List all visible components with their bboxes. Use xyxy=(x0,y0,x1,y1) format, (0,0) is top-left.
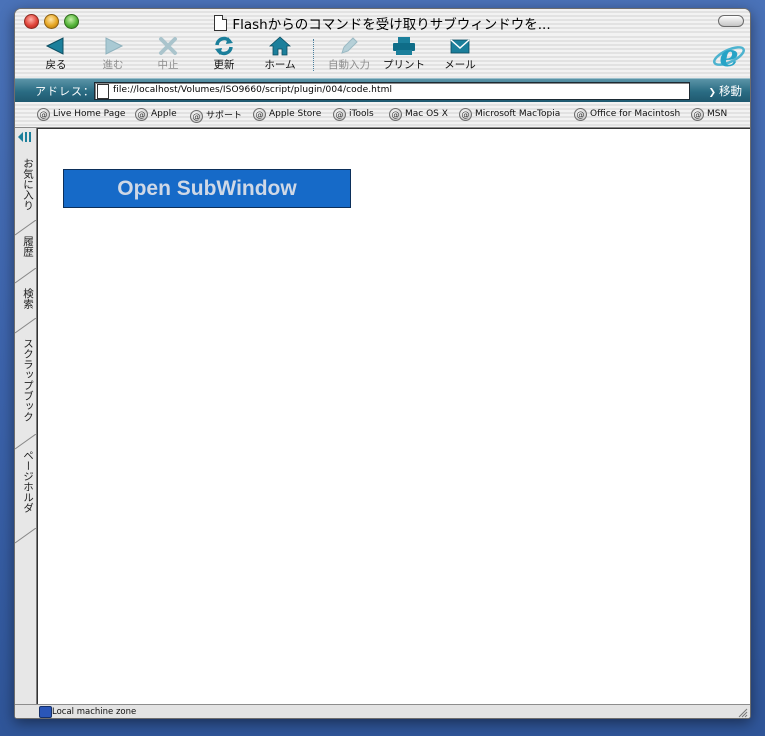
tab-divider xyxy=(15,220,36,236)
toolbar-separator xyxy=(313,39,314,71)
sidebar-tab-favorites[interactable]: お気に入り xyxy=(15,158,36,218)
sidebar-tab-search[interactable]: 検索 xyxy=(15,288,36,318)
svg-text:e: e xyxy=(719,39,738,72)
sidebar-tab-scrapbook[interactable]: スクラップブック xyxy=(15,338,36,433)
back-arrow-icon xyxy=(45,37,64,55)
home-icon xyxy=(269,36,291,56)
go-arrow-icon: ❯ xyxy=(708,88,716,98)
at-sign-icon: @ xyxy=(459,108,472,121)
resize-grip-icon[interactable] xyxy=(737,707,748,718)
favorite-link-live-home-page[interactable]: @ Live Home Page xyxy=(37,108,125,121)
autofill-button[interactable]: 自動入力 xyxy=(320,36,378,72)
favorite-link-support[interactable]: @ サポート xyxy=(190,108,242,123)
window-title: Flashからのコマンドを受け取りサブウィンドウを... xyxy=(232,17,551,33)
toolbar-toggle-button[interactable] xyxy=(718,15,744,27)
favorite-link-mac-os-x[interactable]: @ Mac OS X xyxy=(389,108,448,121)
print-button-label: プリント xyxy=(383,59,425,71)
go-button[interactable]: ❯ 移動 xyxy=(708,83,742,99)
home-button-label: ホーム xyxy=(264,59,296,71)
favorite-label: Apple xyxy=(151,109,177,119)
at-sign-icon: @ xyxy=(37,108,50,121)
address-field[interactable]: file://localhost/Volumes/ISO9660/script/… xyxy=(94,82,690,100)
favorite-label: Live Home Page xyxy=(53,109,126,119)
page-content: Open SubWindow xyxy=(37,128,750,705)
tab-divider xyxy=(15,318,36,334)
window-title-area: Flashからのコマンドを受け取りサブウィンドウを... xyxy=(15,13,750,33)
favorite-label: MSN xyxy=(707,109,728,119)
favorite-link-microsoft-mactopia[interactable]: @ Microsoft MacTopia xyxy=(459,108,560,121)
sidebar-tab-page-holder[interactable]: ページホルダ xyxy=(15,450,36,530)
document-proxy-icon[interactable] xyxy=(214,15,228,31)
favorite-label: iTools xyxy=(349,109,374,119)
status-bar: Local machine zone xyxy=(15,704,750,718)
open-subwindow-button[interactable]: Open SubWindow xyxy=(63,169,351,208)
address-bar: アドレス： file://localhost/Volumes/ISO9660/s… xyxy=(15,78,750,103)
at-sign-icon: @ xyxy=(691,108,704,121)
favorites-bar: @ Live Home Page @ Apple @ サポート @ Apple Stor… xyxy=(15,102,750,128)
favorite-label: サポート xyxy=(206,111,243,121)
favorite-link-apple[interactable]: @ Apple xyxy=(135,108,177,121)
stop-button[interactable]: 中止 xyxy=(140,36,196,72)
print-button[interactable]: プリント xyxy=(376,36,432,72)
browser-window: Flashからのコマンドを受け取りサブウィンドウを... 戻る 進む 中止 更新… xyxy=(14,8,751,719)
page-document-icon xyxy=(97,84,109,99)
explorer-bar: お気に入り 履歴 検索 スクラップブック ページホルダ xyxy=(15,128,37,704)
mail-button[interactable]: メール xyxy=(432,36,488,72)
forward-button-label: 進む xyxy=(102,59,124,71)
favorite-label: Office for Macintosh xyxy=(590,109,681,119)
favorite-link-apple-store[interactable]: @ Apple Store xyxy=(253,108,321,121)
favorite-link-itools[interactable]: @ iTools xyxy=(333,108,374,121)
forward-button[interactable]: 進む xyxy=(85,36,141,72)
go-button-label: 移動 xyxy=(719,84,742,98)
refresh-icon xyxy=(215,36,233,56)
at-sign-icon: @ xyxy=(574,108,587,121)
tab-divider xyxy=(15,434,36,450)
tab-divider xyxy=(15,528,36,544)
favorite-label: Apple Store xyxy=(269,109,322,119)
back-button-label: 戻る xyxy=(45,59,67,71)
internet-explorer-logo: e xyxy=(713,39,745,72)
stop-button-label: 中止 xyxy=(157,59,179,71)
tab-divider xyxy=(15,268,36,284)
status-text: Local machine zone xyxy=(37,707,136,717)
address-label: アドレス： xyxy=(35,85,95,98)
forward-arrow-icon xyxy=(105,37,124,55)
sidebar-tab-history[interactable]: 履歴 xyxy=(15,236,36,266)
at-sign-icon: @ xyxy=(333,108,346,121)
address-url[interactable]: file://localhost/Volumes/ISO9660/script/… xyxy=(113,85,392,95)
stop-x-icon xyxy=(159,37,177,55)
security-zone-label: Local machine zone xyxy=(52,707,137,717)
collapse-sidebar-icon[interactable] xyxy=(17,131,33,143)
favorite-label: Microsoft MacTopia xyxy=(475,109,561,119)
at-sign-icon: @ xyxy=(253,108,266,121)
mail-button-label: メール xyxy=(444,59,476,71)
autofill-button-label: 自動入力 xyxy=(328,59,370,71)
at-sign-icon: @ xyxy=(135,108,148,121)
autofill-pen-icon xyxy=(341,37,358,54)
favorite-link-office-for-macintosh[interactable]: @ Office for Macintosh xyxy=(574,108,680,121)
toolbar: 戻る 進む 中止 更新 ホーム 自動入力 プリント メール e xyxy=(15,34,750,76)
favorite-label: Mac OS X xyxy=(405,109,448,119)
at-sign-icon: @ xyxy=(389,108,402,121)
favorite-link-msn[interactable]: @ MSN xyxy=(691,108,727,121)
title-bar[interactable]: Flashからのコマンドを受け取りサブウィンドウを... xyxy=(15,9,750,34)
refresh-button[interactable]: 更新 xyxy=(196,36,252,72)
at-sign-icon: @ xyxy=(190,110,203,123)
back-button[interactable]: 戻る xyxy=(28,36,84,72)
mail-icon xyxy=(450,39,470,54)
refresh-button-label: 更新 xyxy=(213,59,235,71)
home-button[interactable]: ホーム xyxy=(252,36,308,72)
printer-icon xyxy=(393,37,415,55)
